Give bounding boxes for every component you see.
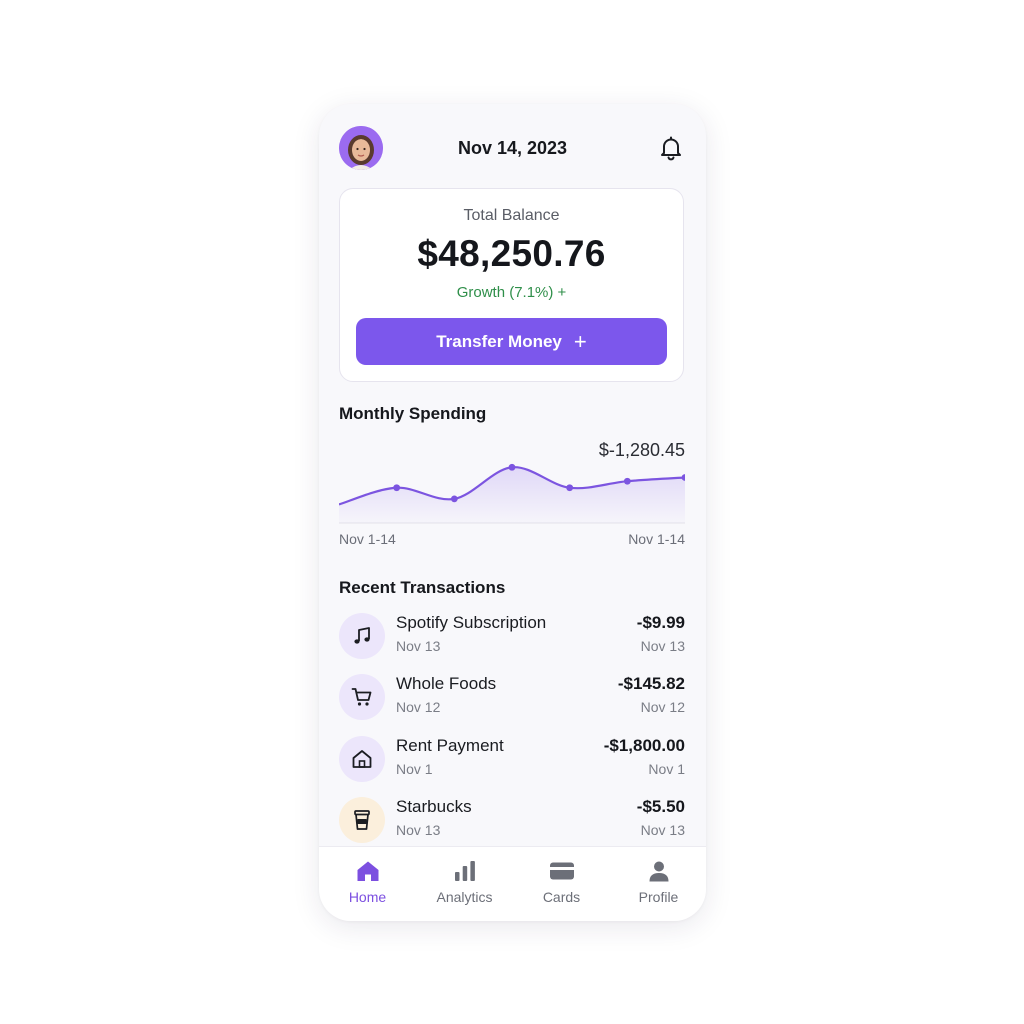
monthly-spending-title: Monthly Spending [339, 404, 487, 423]
nav-home[interactable]: Home [319, 847, 416, 921]
chart-end-label: Nov 1-14 [628, 531, 685, 547]
chart-point [566, 484, 574, 492]
transaction-amount: -$1,800.00 [603, 736, 685, 755]
shopping-cart-icon [339, 674, 385, 720]
balance-amount: $48,250.76 [417, 233, 606, 274]
balance-label: Total Balance [463, 207, 560, 224]
transaction-amount: -$9.99 [636, 613, 685, 632]
person-icon [610, 859, 706, 883]
transaction-date: Nov 13 [396, 822, 441, 838]
transaction-row-whole-foods[interactable]: Whole Foods Nov 12 -$145.82 Nov 12 [339, 672, 685, 722]
transaction-row-starbucks[interactable]: Starbucks Nov 13 -$5.50 Nov 13 [339, 795, 685, 845]
transaction-date-right: Nov 12 [640, 699, 685, 715]
phone-screen: Nov 14, 2023 Total Balance $48,250.76 Gr… [319, 104, 706, 921]
chart-point [508, 463, 516, 471]
nav-label: Home [348, 889, 387, 905]
nav-label: Profile [638, 889, 679, 905]
transaction-name: Whole Foods [396, 674, 497, 693]
transaction-date: Nov 12 [396, 699, 441, 715]
nav-label: Analytics [436, 889, 493, 905]
bar-chart-icon [416, 859, 513, 883]
bell-icon[interactable] [657, 134, 685, 162]
spending-chart [339, 463, 685, 524]
transaction-date: Nov 13 [396, 638, 441, 654]
transaction-name: Rent Payment [396, 736, 504, 755]
transfer-money-button[interactable]: Transfer Money + [356, 318, 667, 365]
nav-cards[interactable]: Cards [513, 847, 610, 921]
chart-point [623, 477, 631, 485]
plus-icon: + [573, 328, 587, 354]
transaction-row-rent[interactable]: Rent Payment Nov 1 -$1,800.00 Nov 1 [339, 734, 685, 784]
growth-indicator: Growth (7.1%) + [456, 284, 567, 301]
transaction-date-right: Nov 1 [648, 761, 685, 777]
nav-profile[interactable]: Profile [610, 847, 706, 921]
transfer-money-label: Transfer Money [436, 331, 562, 351]
transaction-name: Starbucks [396, 797, 472, 816]
transaction-date: Nov 1 [396, 761, 433, 777]
recent-transactions-title: Recent Transactions [339, 578, 506, 597]
header-date: Nov 14, 2023 [457, 138, 568, 158]
nav-analytics[interactable]: Analytics [416, 847, 513, 921]
chart-area-fill [339, 467, 685, 523]
nav-label: Cards [542, 889, 581, 905]
music-note-icon [339, 613, 385, 659]
transaction-amount: -$5.50 [636, 797, 685, 816]
transaction-row-spotify[interactable]: Spotify Subscription Nov 13 -$9.99 Nov 1… [339, 611, 685, 661]
chart-point [393, 484, 401, 492]
home-icon [319, 859, 416, 883]
coffee-cup-icon [339, 797, 385, 843]
transaction-amount: -$145.82 [617, 674, 685, 693]
transaction-date-right: Nov 13 [640, 638, 685, 654]
transaction-name: Spotify Subscription [396, 613, 547, 632]
chart-point [450, 495, 458, 503]
bottom-nav: Home Analytics Cards Profile [319, 846, 706, 921]
chart-start-label: Nov 1-14 [339, 531, 396, 547]
balance-card: Total Balance $48,250.76 Growth (7.1%) +… [339, 188, 684, 382]
house-icon [339, 736, 385, 782]
transaction-date-right: Nov 13 [640, 822, 685, 838]
card-icon [513, 859, 610, 883]
